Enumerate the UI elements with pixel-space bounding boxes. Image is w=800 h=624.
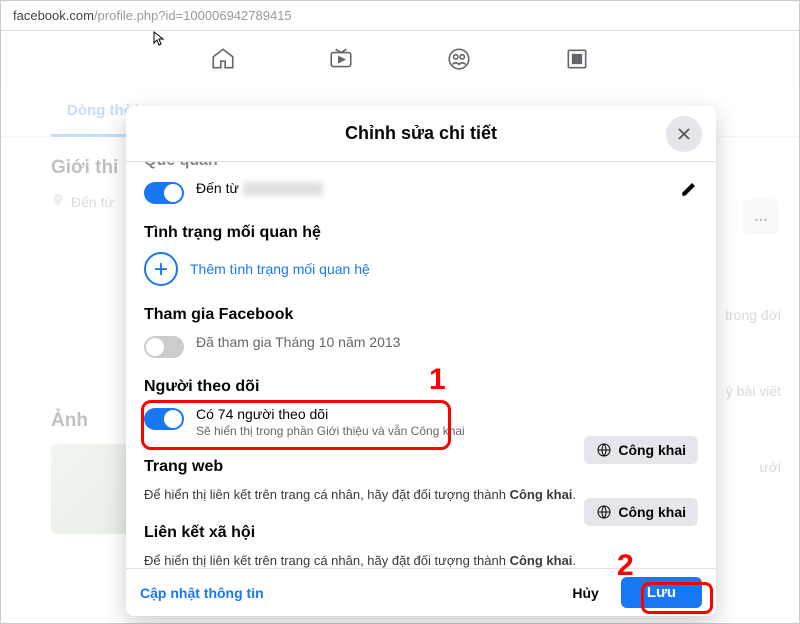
url-host: facebook.com (13, 8, 94, 23)
update-info-link[interactable]: Cập nhật thông tin (140, 585, 264, 601)
followers-toggle[interactable] (144, 408, 184, 430)
pencil-icon (680, 180, 698, 198)
globe-icon (596, 504, 612, 520)
annotation-number-1: 1 (429, 363, 446, 397)
cancel-button[interactable]: Hủy (558, 579, 612, 607)
groups-icon[interactable] (445, 45, 473, 73)
hometown-toggle[interactable] (144, 182, 184, 204)
website-section-title: Trang web (144, 458, 578, 476)
plus-circle-icon (144, 252, 178, 286)
add-relationship-label: Thêm tình trạng mối quan hệ (190, 261, 370, 277)
url-bar: facebook.com/profile.php?id=100006942789… (1, 1, 799, 31)
joined-label: Đã tham gia Tháng 10 năm 2013 (196, 334, 698, 350)
top-navigation (1, 31, 799, 87)
modal-header: Chỉnh sửa chi tiết (126, 106, 716, 162)
social-description: Để hiển thị liên kết trên trang cá nhân,… (144, 552, 578, 568)
followers-section-title: Người theo dõi (144, 378, 698, 396)
social-privacy-button[interactable]: Công khai (584, 498, 698, 526)
edit-details-modal: Chỉnh sửa chi tiết Quê quán Đến từ Tình … (126, 106, 716, 616)
social-section-title: Liên kết xã hội (144, 524, 578, 542)
hometown-section-title: Quê quán (144, 162, 698, 170)
gaming-icon[interactable] (563, 45, 591, 73)
modal-title: Chỉnh sửa chi tiết (345, 123, 497, 144)
modal-body: Quê quán Đến từ Tình trạng mối quan hệ T… (126, 162, 716, 568)
hometown-label: Đến từ (196, 180, 239, 196)
joined-section-title: Tham gia Facebook (144, 306, 698, 324)
cursor-pointer-icon (153, 31, 167, 50)
annotation-number-2: 2 (617, 549, 634, 583)
home-icon[interactable] (209, 45, 237, 73)
followers-label: Có 74 người theo dõi (196, 406, 698, 422)
redacted-text (243, 182, 323, 196)
relationship-section-title: Tình trạng mối quan hệ (144, 224, 698, 242)
add-relationship-button[interactable]: Thêm tình trạng mối quan hệ (144, 252, 698, 286)
globe-icon (596, 442, 612, 458)
close-icon (675, 125, 693, 143)
watch-icon[interactable] (327, 45, 355, 73)
close-button[interactable] (666, 116, 702, 152)
url-path: /profile.php?id=100006942789415 (94, 8, 292, 23)
website-privacy-button[interactable]: Công khai (584, 436, 698, 464)
website-description: Để hiển thị liên kết trên trang cá nhân,… (144, 486, 578, 504)
joined-toggle[interactable] (144, 336, 184, 358)
edit-hometown-button[interactable] (680, 180, 698, 203)
